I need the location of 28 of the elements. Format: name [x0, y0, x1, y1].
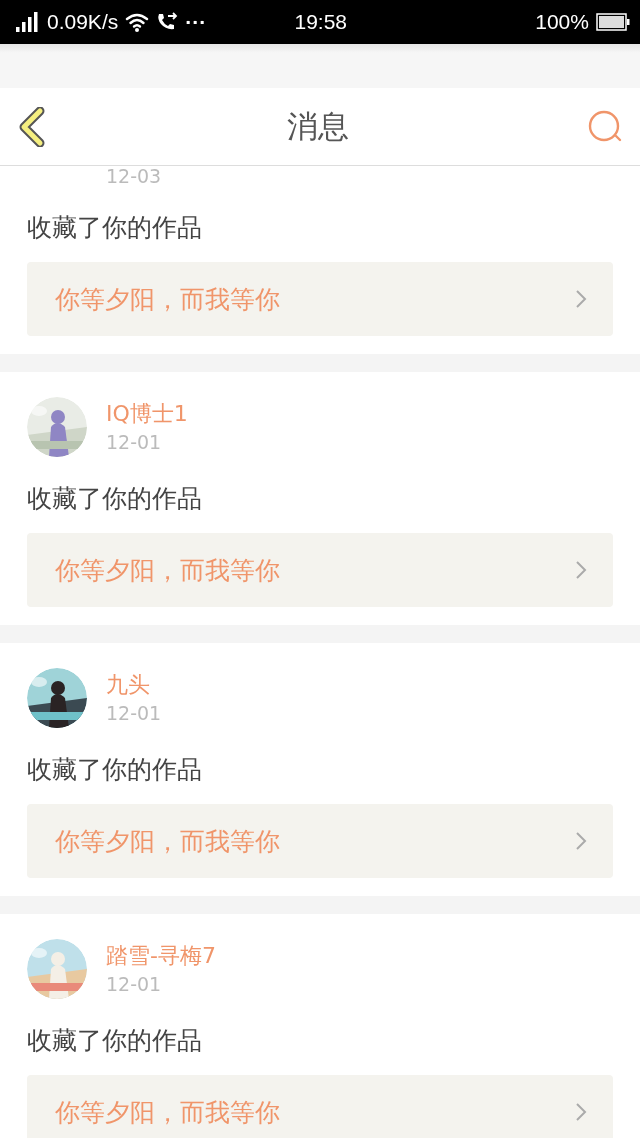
- work-link[interactable]: 你等夕阳，而我等你: [27, 262, 613, 336]
- message-date: 12-03: [106, 166, 162, 186]
- user-name[interactable]: IQ博士1: [106, 401, 188, 427]
- user-name[interactable]: 九头: [106, 672, 150, 698]
- message-text: 收藏了你的作品: [27, 754, 202, 786]
- work-link[interactable]: 你等夕阳，而我等你: [27, 1075, 613, 1138]
- chevron-icon: [575, 560, 587, 580]
- battery-icon: [596, 13, 630, 31]
- work-link[interactable]: 你等夕阳，而我等你: [27, 804, 613, 878]
- chevron-icon: [575, 1102, 587, 1122]
- signal-icon: [16, 12, 40, 32]
- page-title: 消息: [286, 106, 349, 146]
- clock: 19:58: [294, 10, 347, 34]
- message-text: 收藏了你的作品: [27, 212, 202, 244]
- more-indicator: ···: [185, 10, 207, 34]
- message-date: 12-01: [106, 973, 162, 995]
- phone-icon: [156, 12, 179, 32]
- message-text: 收藏了你的作品: [27, 1025, 202, 1057]
- network-speed: 0.09K/s: [47, 10, 119, 34]
- chevron-icon: [575, 289, 587, 309]
- battery-percent: 100%: [535, 10, 589, 34]
- message-text: 收藏了你的作品: [27, 483, 202, 515]
- wifi-icon: [125, 12, 150, 32]
- message-date: 12-01: [106, 702, 162, 724]
- message-date: 12-01: [106, 431, 162, 453]
- chevron-icon: [575, 831, 587, 851]
- user-name[interactable]: 踏雪-寻梅7: [106, 943, 216, 969]
- work-link[interactable]: 你等夕阳，而我等你: [27, 533, 613, 607]
